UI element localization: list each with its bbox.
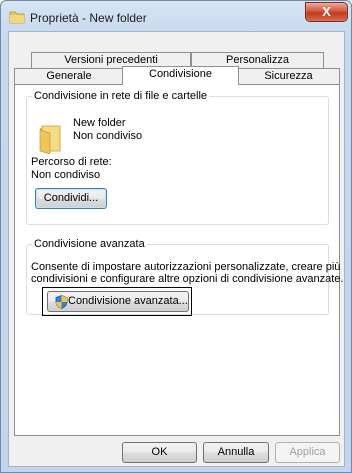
group-title: Condivisione avanzata	[32, 238, 147, 251]
tab-label: Personalizza	[226, 54, 289, 66]
cancel-button[interactable]: Annulla	[203, 442, 269, 463]
advanced-description-line2: condivisioni e configurare altre opzioni…	[31, 273, 344, 285]
tab-label: Versioni precedenti	[64, 54, 158, 66]
folder-icon	[39, 125, 61, 154]
tab-sicurezza[interactable]: Sicurezza	[237, 68, 340, 84]
close-button[interactable]: X	[305, 2, 348, 22]
group-title: Condivisione in rete di file e cartelle	[32, 90, 210, 103]
close-icon: X	[322, 4, 331, 19]
folder-name: New folder	[73, 117, 126, 129]
network-path-label: Percorso di rete:	[31, 156, 112, 168]
dialog-client-area: Versioni precedenti Personalizza General…	[8, 31, 345, 467]
folder-share-status: Non condiviso	[73, 130, 143, 142]
tab-label: Condivisione	[149, 68, 212, 80]
sharing-tab-panel: Condivisione in rete di file e cartelle …	[14, 84, 344, 436]
ok-button[interactable]: OK	[122, 442, 197, 463]
network-sharing-group: Condivisione in rete di file e cartelle …	[26, 90, 329, 225]
properties-window: Proprietà - New folder X Versioni preced…	[0, 0, 352, 473]
tab-generale[interactable]: Generale	[14, 68, 124, 84]
tab-label: Sicurezza	[264, 70, 313, 82]
network-path-value: Non condiviso	[31, 169, 101, 181]
apply-button[interactable]: Applica	[275, 442, 340, 463]
annotation-highlight-box	[42, 287, 192, 316]
window-title: Proprietà - New folder	[30, 11, 147, 25]
tab-label: Generale	[46, 70, 92, 82]
share-button[interactable]: Condividi...	[35, 188, 107, 209]
folder-icon	[9, 11, 25, 24]
tab-condivisione[interactable]: Condivisione	[122, 66, 239, 85]
title-bar[interactable]: Proprietà - New folder X	[1, 1, 351, 35]
